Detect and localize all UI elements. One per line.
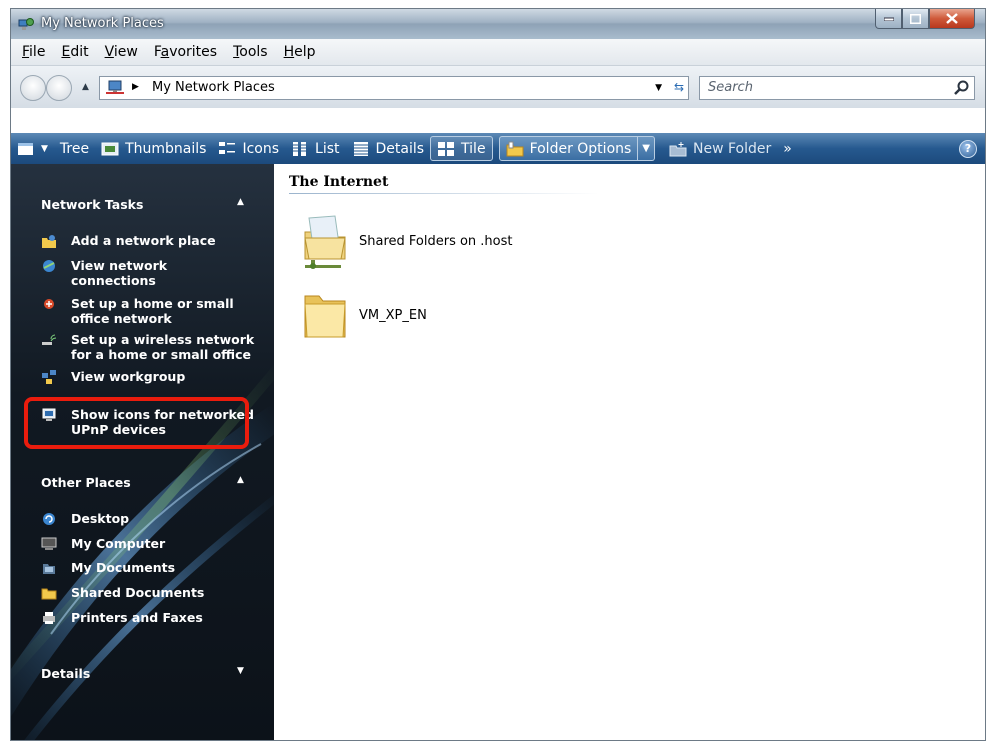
details-title[interactable]: Details (41, 666, 90, 681)
command-toolbar: ▼ Tree Thumbnails Icons List Details Til… (11, 133, 985, 164)
network-tasks-title[interactable]: Network Tasks (41, 197, 143, 212)
menu-edit[interactable]: Edit (53, 44, 96, 60)
refresh-icon[interactable]: ⇆ (674, 80, 684, 94)
network-places-icon (18, 18, 34, 30)
network-computer-icon (106, 80, 124, 94)
chevron-down-icon[interactable]: ▼ (237, 666, 244, 676)
list-view-icon (293, 141, 307, 156)
desktop-icon (43, 513, 55, 525)
folder-options-dropdown[interactable]: ▼ (638, 136, 655, 161)
menu-file[interactable]: File (11, 44, 53, 60)
more-commands-button[interactable]: » (777, 136, 798, 161)
item-vm-xp-en[interactable]: VM_XP_EN (299, 286, 427, 344)
address-path[interactable]: My Network Places (152, 80, 275, 95)
tile-view-icon (438, 141, 455, 156)
icons-view-icon (219, 141, 236, 154)
views-icon (18, 142, 33, 155)
forward-button[interactable] (46, 75, 72, 101)
place-printers-faxes[interactable]: Printers and Faxes (41, 610, 256, 626)
thumbnails-icon (101, 142, 119, 155)
highlight-box (24, 397, 249, 449)
place-desktop[interactable]: Desktop (41, 511, 256, 527)
thumbnails-button[interactable]: Thumbnails (95, 136, 212, 161)
chevron-down-icon: ▼ (642, 143, 650, 154)
chevron-up-icon[interactable]: ▲ (237, 475, 244, 485)
sidebar-swoosh-background (11, 364, 274, 740)
item-name: Shared Folders on .host (359, 233, 513, 249)
details-view-icon (353, 141, 368, 156)
task-setup-home-network[interactable]: Set up a home or small office network (41, 296, 256, 326)
place-shared-documents[interactable]: Shared Documents (41, 585, 256, 601)
menu-favorites[interactable]: Favorites (146, 44, 225, 60)
computer-icon (41, 537, 57, 550)
add-network-place-icon (42, 235, 56, 248)
close-icon (946, 13, 958, 24)
other-places-title[interactable]: Other Places (41, 475, 131, 490)
network-connections-icon (43, 260, 55, 272)
search-icon[interactable] (954, 80, 970, 96)
chevron-up-icon[interactable]: ▲ (237, 197, 244, 207)
up-arrow-icon[interactable]: ▲ (82, 82, 89, 92)
menu-bar: File Edit View Favorites Tools Help (11, 39, 985, 66)
views-dropdown-icon: ▼ (41, 143, 48, 154)
wireless-network-icon (42, 334, 57, 345)
group-header: The Internet (289, 174, 389, 190)
task-pane: Network Tasks ▲ Add a network place View… (11, 164, 274, 740)
views-button[interactable]: ▼ (11, 136, 54, 161)
group-divider (289, 193, 599, 194)
tree-button[interactable]: Tree (54, 136, 95, 161)
window-controls (875, 9, 975, 29)
explorer-window: My Network Places File Edit View Favorit… (10, 8, 986, 741)
documents-icon (43, 564, 55, 574)
window-title: My Network Places (41, 16, 164, 31)
address-row: ▲ ▶ My Network Places ▼ ⇆ Search (11, 66, 985, 108)
menu-view[interactable]: View (97, 44, 146, 60)
workgroup-computers-icon (42, 370, 56, 384)
file-list-view[interactable]: The Internet Shared Folders on .host VM_… (274, 164, 985, 740)
new-folder-icon (669, 141, 687, 156)
maximize-button[interactable] (902, 9, 929, 29)
icons-button[interactable]: Icons (212, 136, 285, 161)
task-add-network-place[interactable]: Add a network place (41, 233, 256, 249)
folder-options-icon (506, 141, 524, 156)
printer-icon (43, 612, 55, 624)
breadcrumb-chevron-icon[interactable]: ▶ (132, 82, 139, 92)
task-setup-wireless-network[interactable]: Set up a wireless network for a home or … (41, 332, 256, 362)
home-network-icon (44, 299, 54, 309)
search-placeholder: Search (708, 80, 753, 95)
place-my-documents[interactable]: My Documents (41, 560, 256, 576)
title-bar[interactable]: My Network Places (11, 9, 985, 39)
menu-tools[interactable]: Tools (225, 44, 276, 60)
network-share-icon (304, 215, 346, 269)
task-view-workgroup[interactable]: View workgroup computers (41, 369, 256, 385)
task-view-network-connections[interactable]: View network connections (41, 258, 256, 288)
list-button[interactable]: List (285, 136, 345, 161)
item-shared-folders[interactable]: Shared Folders on .host (299, 212, 513, 270)
item-name: VM_XP_EN (359, 307, 427, 323)
details-button[interactable]: Details (346, 136, 431, 161)
tile-button[interactable]: Tile (430, 136, 493, 161)
minimize-button[interactable] (875, 9, 902, 29)
help-icon[interactable]: ? (959, 139, 977, 158)
address-bar[interactable]: ▶ My Network Places ▼ ⇆ (99, 76, 689, 100)
folder-options-button[interactable]: Folder Options (498, 136, 639, 161)
back-button[interactable] (20, 75, 46, 101)
menu-help[interactable]: Help (276, 44, 324, 60)
folder-icon (304, 295, 346, 338)
close-button[interactable] (929, 9, 975, 29)
search-input[interactable]: Search (699, 76, 975, 100)
minimize-icon (883, 17, 894, 21)
place-my-computer[interactable]: My Computer (41, 536, 256, 552)
new-folder-button[interactable]: New Folder (663, 136, 777, 161)
address-dropdown-icon[interactable]: ▼ (655, 83, 662, 93)
shared-folder-icon (41, 588, 57, 600)
maximize-icon (910, 13, 921, 24)
